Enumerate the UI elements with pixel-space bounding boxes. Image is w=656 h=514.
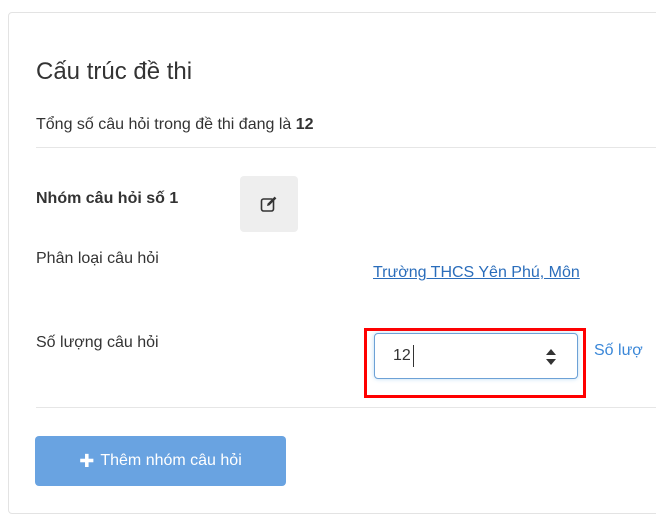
category-link[interactable]: Trường THCS Yên Phú, Môn <box>373 264 580 282</box>
question-group-title: Nhóm câu hỏi số 1 <box>36 190 179 207</box>
quantity-hint-link[interactable]: Số lượ <box>594 342 643 360</box>
quantity-value: 12 <box>393 347 411 364</box>
add-group-label: Thêm nhóm câu hỏi <box>100 452 242 469</box>
edit-icon <box>260 196 277 212</box>
summary-text: Tổng số câu hỏi trong đề thi đang là <box>36 116 296 133</box>
add-group-button[interactable]: ✚ Thêm nhóm câu hỏi <box>35 436 286 486</box>
question-total-summary: Tổng số câu hỏi trong đề thi đang là 12 <box>36 116 314 134</box>
text-caret <box>413 345 414 367</box>
plus-icon: ✚ <box>79 450 95 471</box>
spinner-arrows-icon <box>546 349 556 365</box>
divider <box>36 147 656 148</box>
quantity-input[interactable]: 12 <box>374 333 578 379</box>
edit-group-button[interactable] <box>240 176 298 232</box>
page-title: Cấu trúc đề thi <box>36 58 193 85</box>
quantity-spinner[interactable] <box>545 347 557 367</box>
divider <box>36 407 656 408</box>
quantity-label: Số lượng câu hỏi <box>36 334 159 351</box>
category-label: Phân loại câu hỏi <box>36 250 159 267</box>
summary-count: 12 <box>295 116 314 133</box>
